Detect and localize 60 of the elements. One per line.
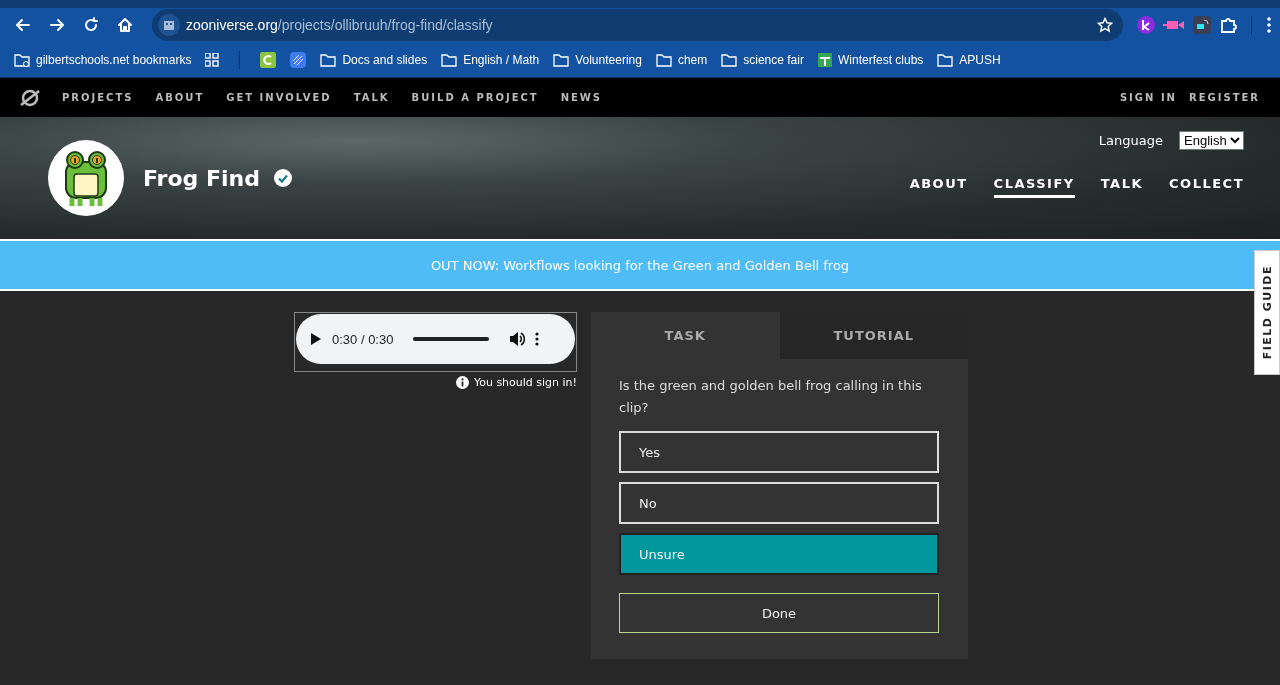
language-label: Language <box>1098 133 1163 148</box>
project-tab[interactable]: COLLECT <box>1169 172 1244 198</box>
home-icon[interactable] <box>117 17 133 33</box>
volume-icon[interactable] <box>509 331 526 347</box>
menu-icon[interactable] <box>1266 16 1272 34</box>
apps-grid-icon[interactable] <box>205 52 220 67</box>
bookmark[interactable]: Winterfest clubs <box>817 52 924 67</box>
bookmark-folder[interactable]: Volunteering <box>553 51 642 68</box>
account-link[interactable]: REGISTER <box>1189 92 1260 103</box>
account-link[interactable]: SIGN IN <box>1119 92 1177 103</box>
puzzle-icon[interactable] <box>1219 16 1237 34</box>
folder-icon <box>320 51 337 68</box>
letter-k-icon[interactable] <box>1137 16 1155 34</box>
camera-icon[interactable] <box>1163 18 1185 32</box>
bookmark-folder[interactable]: Docs and slides <box>320 51 428 68</box>
bookmarks-folder[interactable]: gilbertschools.net bookmarks <box>14 51 192 68</box>
project-title: Frog Find <box>143 165 260 191</box>
project-tab[interactable]: ABOUT <box>909 172 968 198</box>
nav-link[interactable]: BUILD A PROJECT <box>411 92 539 103</box>
answer-option[interactable]: No <box>619 482 939 524</box>
done-button[interactable]: Done <box>619 593 939 633</box>
answer-option[interactable]: Yes <box>619 431 939 473</box>
address-bar[interactable]: zooniverse.org/projects/ollibruuh/frog-find/classify <box>152 9 1123 41</box>
bookmark-folder[interactable]: chem <box>655 51 708 68</box>
field-guide-tab[interactable]: FIELD GUIDE <box>1254 250 1280 375</box>
folder-icon <box>721 51 738 68</box>
nav-link[interactable]: TALK <box>353 92 390 103</box>
reload-icon[interactable] <box>83 17 99 33</box>
site-info-icon[interactable] <box>163 19 175 31</box>
nav-link[interactable]: GET INVOLVED <box>226 92 332 103</box>
folder-icon <box>441 51 458 68</box>
folder-icon <box>655 51 672 68</box>
panel-tab[interactable]: TUTORIAL <box>779 312 968 359</box>
folder-icon <box>937 51 954 68</box>
bookmark-folder[interactable]: APUSH <box>937 51 1001 68</box>
audio-player[interactable]: 0:30 / 0:30 <box>296 314 575 364</box>
audio-time: 0:30 / 0:30 <box>332 331 394 347</box>
seek-bar[interactable] <box>413 337 490 341</box>
letter-c-icon[interactable] <box>260 51 277 68</box>
project-tab[interactable]: CLASSIFY <box>993 172 1075 198</box>
forward-icon[interactable] <box>49 17 65 33</box>
nav-link[interactable]: ABOUT <box>155 92 205 103</box>
nav-link[interactable]: PROJECTS <box>62 92 134 103</box>
bookmark-folder[interactable]: English / Math <box>441 51 540 68</box>
cast-icon[interactable] <box>1193 16 1211 34</box>
info-icon <box>455 376 469 389</box>
back-icon[interactable] <box>15 17 31 33</box>
bookmark-folder[interactable]: science fair <box>721 51 804 68</box>
zooniverse-logo-icon[interactable] <box>20 87 40 108</box>
more-icon[interactable] <box>535 332 540 346</box>
sign-in-notice: You should sign in! <box>473 376 577 389</box>
folder-icon <box>553 51 570 68</box>
task-question: Is the green and golden bell frog calling in this clip? <box>619 377 923 417</box>
language-select[interactable]: English <box>1179 131 1244 150</box>
nav-link[interactable]: NEWS <box>560 92 603 103</box>
star-icon[interactable] <box>1097 17 1113 33</box>
folder-gear-icon <box>14 51 30 68</box>
project-tab[interactable]: TALK <box>1100 172 1144 198</box>
play-icon[interactable] <box>310 332 322 346</box>
striped-square-icon[interactable] <box>290 51 307 68</box>
